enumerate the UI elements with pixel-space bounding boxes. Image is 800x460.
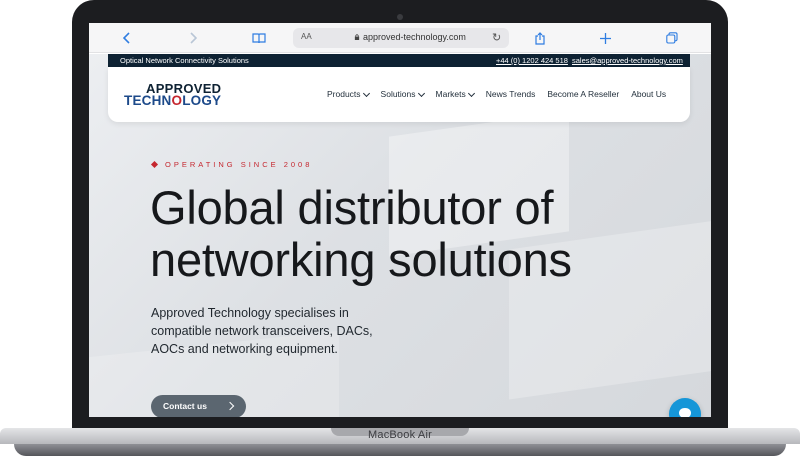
tabs-icon[interactable] bbox=[664, 30, 680, 46]
main-header: APPROVED TECHNOLOGY Products Solutions M… bbox=[108, 67, 690, 122]
chevron-down-icon bbox=[362, 89, 370, 97]
website-viewport: Optical Network Connectivity Solutions +… bbox=[89, 54, 711, 417]
browser-toolbar: AA approved-technology.com ↻ bbox=[89, 23, 711, 53]
hero-intro: Approved Technology specialises in compa… bbox=[151, 306, 373, 356]
site-logo[interactable]: APPROVED TECHNOLOGY bbox=[124, 81, 222, 109]
hero-eyebrow: OPERATING SINCE 2008 bbox=[150, 160, 313, 169]
share-icon[interactable] bbox=[532, 30, 548, 46]
chevron-down-icon bbox=[417, 89, 425, 97]
contact-strip: Optical Network Connectivity Solutions +… bbox=[108, 54, 690, 67]
new-tab-icon[interactable] bbox=[597, 30, 613, 46]
phone-link[interactable]: +44 (0) 1202 424 518 bbox=[496, 56, 568, 65]
back-icon[interactable] bbox=[119, 30, 135, 46]
nav-products[interactable]: Products bbox=[327, 89, 370, 99]
nav-markets[interactable]: Markets bbox=[436, 89, 475, 99]
model-label: MacBook Air bbox=[368, 429, 432, 441]
camera-icon bbox=[397, 14, 403, 20]
nav-news-trends[interactable]: News Trends bbox=[486, 89, 536, 99]
laptop-base: MacBook Air bbox=[0, 428, 800, 460]
hero-headline: Global distributor of networking solutio… bbox=[150, 181, 572, 286]
chevron-down-icon bbox=[467, 89, 475, 97]
email-link[interactable]: sales@approved-technology.com bbox=[572, 56, 683, 65]
logo-text-bottom: TECHNOLOGY bbox=[124, 93, 222, 108]
chat-button[interactable] bbox=[669, 398, 701, 417]
lock-icon bbox=[354, 34, 360, 40]
site-tagline: Optical Network Connectivity Solutions bbox=[120, 56, 249, 65]
nav-solutions[interactable]: Solutions bbox=[381, 89, 425, 99]
contact-us-button[interactable]: Contact us bbox=[151, 395, 246, 417]
url-text: approved-technology.com bbox=[363, 32, 466, 42]
nav-become-a-reseller[interactable]: Become A Reseller bbox=[547, 89, 619, 99]
address-bar[interactable]: AA approved-technology.com ↻ bbox=[293, 28, 509, 48]
laptop-screen: AA approved-technology.com ↻ Optical Net… bbox=[89, 23, 711, 417]
contact-us-label: Contact us bbox=[163, 401, 207, 411]
bookmarks-icon[interactable] bbox=[251, 30, 267, 46]
forward-icon[interactable] bbox=[185, 30, 201, 46]
reload-icon[interactable]: ↻ bbox=[492, 31, 501, 44]
diamond-icon bbox=[150, 160, 159, 169]
nav-about-us[interactable]: About Us bbox=[631, 89, 666, 99]
chevron-right-icon bbox=[225, 401, 235, 411]
eyebrow-text: OPERATING SINCE 2008 bbox=[165, 160, 313, 169]
main-nav: Products Solutions Markets News Trends B… bbox=[327, 89, 678, 99]
text-size-button[interactable]: AA bbox=[301, 32, 312, 41]
chat-icon bbox=[679, 408, 691, 417]
base-bottom bbox=[14, 444, 786, 456]
